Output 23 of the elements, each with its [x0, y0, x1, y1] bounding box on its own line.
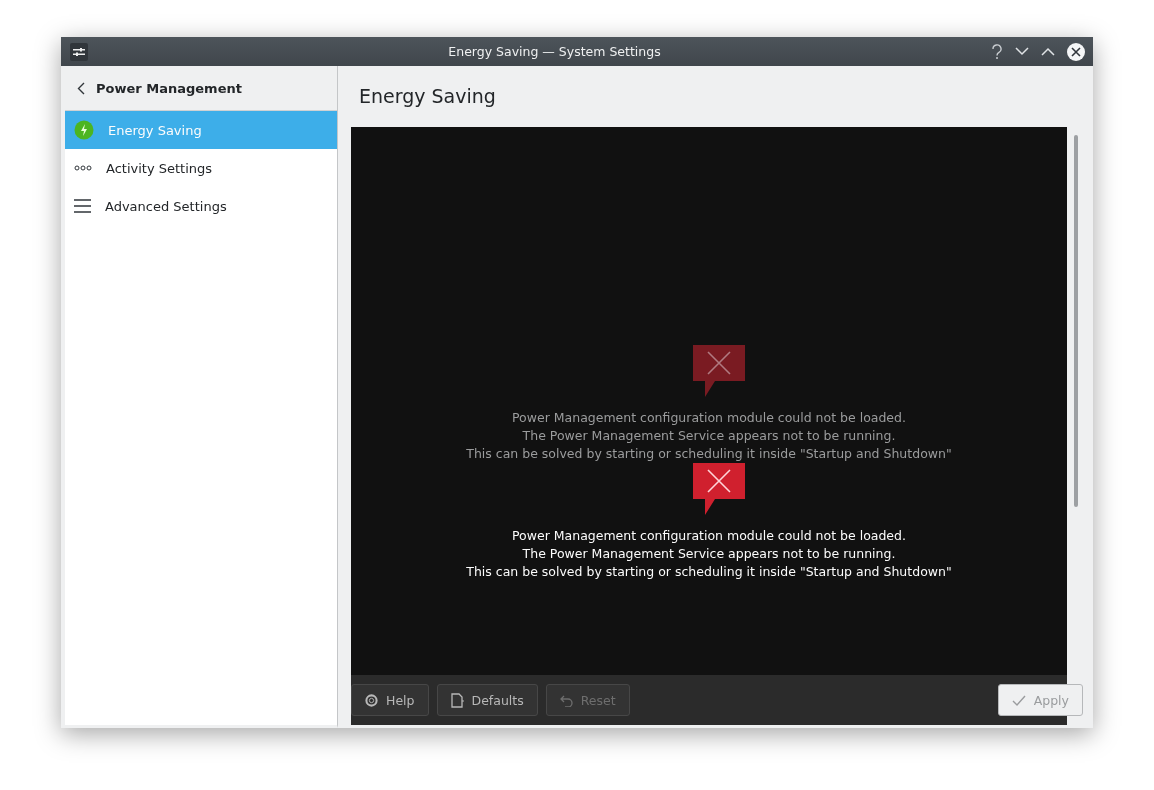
help-icon[interactable]: [991, 43, 1003, 60]
error-message: Power Management configuration module could not be loaded. The Power Management Service appears not to be running. This can be solved by starting or scheduling it inside "Startup and Shutdown": [466, 408, 952, 463]
close-icon[interactable]: [1067, 42, 1085, 61]
minimize-icon[interactable]: [1015, 47, 1029, 56]
scrollbar[interactable]: [1074, 134, 1078, 507]
error-message: Power Management configuration module could not be loaded. The Power Management Service appears not to be running. This can be solved by starting or scheduling it inside "Startup and Shutdown": [466, 526, 952, 581]
sidebar-item[interactable]: Advanced Settings: [65, 187, 337, 225]
lifebuoy-icon: [365, 693, 378, 707]
menu-icon: [74, 199, 91, 213]
checkmark-icon: [1011, 694, 1026, 706]
lightning-icon: [74, 120, 94, 140]
window-title: Energy Saving — System Settings: [447, 44, 662, 59]
sidebar-item[interactable]: Activity Settings: [65, 149, 337, 187]
settings-app-icon[interactable]: [70, 42, 88, 61]
sidebar-header: Power Management: [96, 80, 242, 96]
maximize-icon[interactable]: [1041, 47, 1055, 56]
dialog-button[interactable]: Help: [351, 684, 429, 717]
undo-icon: [559, 693, 573, 707]
back-icon[interactable]: [77, 81, 85, 95]
dots-icon: [74, 165, 92, 171]
document-icon: [450, 692, 464, 708]
dialog-button[interactable]: Defaults: [436, 684, 538, 717]
page-title: Energy Saving: [358, 84, 497, 110]
